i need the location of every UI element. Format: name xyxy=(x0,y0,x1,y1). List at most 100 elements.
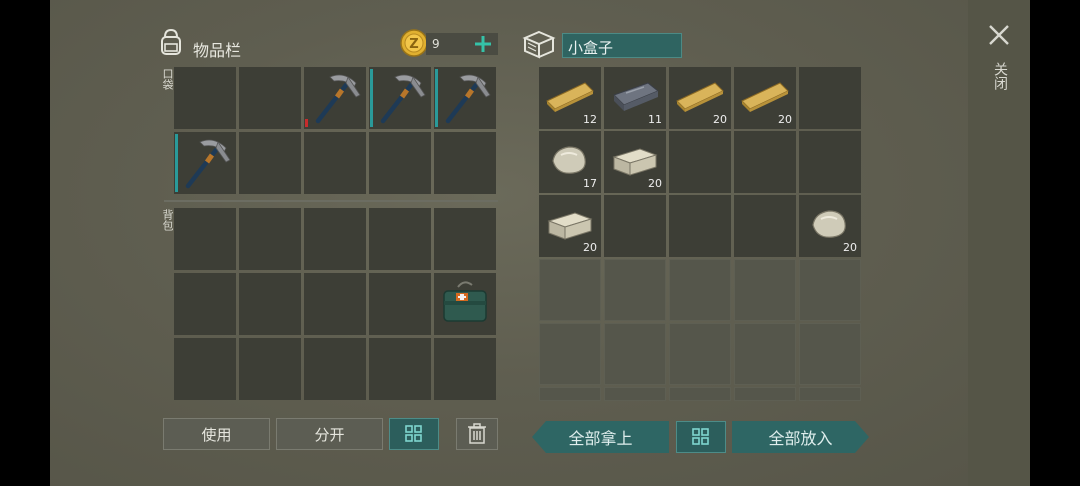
item-quantity: 17 xyxy=(583,177,597,190)
durability-bar xyxy=(175,134,178,192)
pickaxe-icon xyxy=(315,74,361,124)
sort-grid-icon xyxy=(692,428,709,445)
pocket-slot[interactable] xyxy=(434,132,496,194)
pocket-slot[interactable] xyxy=(174,67,236,129)
item-quantity: 20 xyxy=(778,113,792,126)
container-slot-locked xyxy=(734,387,796,401)
container-slot-locked xyxy=(604,259,666,321)
container-slot-locked xyxy=(799,323,861,385)
backpack-slot[interactable] xyxy=(304,208,366,270)
pocket-slot[interactable] xyxy=(434,67,496,129)
container-slot-locked xyxy=(604,323,666,385)
backpack-slot[interactable] xyxy=(239,338,301,400)
backpack-slot[interactable] xyxy=(174,273,236,335)
put-all-button[interactable]: 全部放入 xyxy=(732,421,869,453)
left-letterbox xyxy=(0,0,50,486)
container-slot[interactable] xyxy=(799,67,861,129)
container-slot-locked xyxy=(799,259,861,321)
section-divider xyxy=(164,200,498,202)
durability-bar xyxy=(370,69,373,127)
use-button[interactable]: 使用 xyxy=(163,418,270,450)
pocket-slot[interactable] xyxy=(304,132,366,194)
pickaxe-icon xyxy=(380,74,426,124)
container-slot-locked xyxy=(669,387,731,401)
pickaxe-icon xyxy=(445,74,491,124)
pocket-slot[interactable] xyxy=(239,132,301,194)
item-quantity: 11 xyxy=(648,113,662,126)
container-slot[interactable]: 12 xyxy=(539,67,601,129)
item-quantity: 20 xyxy=(648,177,662,190)
pocket-slot[interactable] xyxy=(369,67,431,129)
item-quantity: 20 xyxy=(583,241,597,254)
container-slot-locked xyxy=(539,387,601,401)
take-all-button[interactable]: 全部拿上 xyxy=(532,421,669,453)
inventory-screen: 物品栏 Z 9 口袋 背包 小盒子 12 11 20 20 17 20 20 2… xyxy=(50,0,1030,486)
coin-count: 9 xyxy=(432,37,440,51)
sort-container-button[interactable] xyxy=(676,421,726,453)
backpack-slot[interactable] xyxy=(304,338,366,400)
right-letterbox xyxy=(1030,0,1080,486)
container-slot-locked xyxy=(539,259,601,321)
pocket-label: 口袋 xyxy=(161,68,174,90)
container-slot[interactable] xyxy=(734,131,796,193)
container-slot[interactable]: 17 xyxy=(539,131,601,193)
container-slot[interactable]: 20 xyxy=(604,131,666,193)
sort-inventory-button[interactable] xyxy=(389,418,439,450)
container-slot-locked xyxy=(734,259,796,321)
pocket-slot[interactable] xyxy=(239,67,301,129)
backpack-slot[interactable] xyxy=(434,208,496,270)
backpack-slot[interactable] xyxy=(369,208,431,270)
backpack-slot[interactable] xyxy=(434,338,496,400)
sort-grid-icon xyxy=(405,425,422,442)
inventory-title: 物品栏 xyxy=(193,41,242,60)
container-slot[interactable]: 11 xyxy=(604,67,666,129)
container-slot-locked xyxy=(539,323,601,385)
pocket-slot[interactable] xyxy=(369,132,431,194)
pickaxe-icon xyxy=(185,139,231,189)
backpack-slot[interactable] xyxy=(239,273,301,335)
backpack-slot[interactable] xyxy=(174,338,236,400)
container-slot[interactable]: 20 xyxy=(734,67,796,129)
durability-bar xyxy=(305,119,308,127)
container-slot[interactable] xyxy=(669,131,731,193)
backpack-slot[interactable] xyxy=(239,208,301,270)
container-slot[interactable] xyxy=(799,131,861,193)
container-slot-locked xyxy=(669,259,731,321)
backpack-slot[interactable] xyxy=(304,273,366,335)
box-icon xyxy=(522,30,556,59)
backpack-slot[interactable] xyxy=(174,208,236,270)
buy-coins-button[interactable] xyxy=(470,31,496,57)
container-slot[interactable]: 20 xyxy=(799,195,861,257)
item-quantity: 20 xyxy=(713,113,727,126)
close-panel: 关闭 xyxy=(968,0,1030,486)
container-title: 小盒子 xyxy=(568,39,614,57)
backpack-icon xyxy=(161,28,181,55)
backpack-slot[interactable] xyxy=(369,273,431,335)
plus-icon xyxy=(475,36,491,52)
container-slot[interactable] xyxy=(734,195,796,257)
container-slot[interactable]: 20 xyxy=(539,195,601,257)
backpack-slot[interactable] xyxy=(434,273,496,335)
close-button[interactable] xyxy=(986,22,1012,48)
trash-button[interactable] xyxy=(456,418,498,450)
svg-text:Z: Z xyxy=(409,37,418,52)
split-button[interactable]: 分开 xyxy=(276,418,383,450)
container-slot[interactable] xyxy=(669,195,731,257)
item-quantity: 12 xyxy=(583,113,597,126)
supply-crate-icon xyxy=(443,281,487,322)
container-slot[interactable]: 20 xyxy=(669,67,731,129)
pocket-slot[interactable] xyxy=(174,132,236,194)
container-slot-locked xyxy=(604,387,666,401)
backpack-slot[interactable] xyxy=(369,338,431,400)
durability-bar xyxy=(435,69,438,127)
trash-icon xyxy=(468,423,486,444)
container-slot[interactable] xyxy=(604,195,666,257)
container-slot-locked xyxy=(734,323,796,385)
gold-coin-icon: Z xyxy=(400,29,428,57)
container-slot-locked xyxy=(669,323,731,385)
pocket-slot[interactable] xyxy=(304,67,366,129)
close-icon xyxy=(989,25,1009,45)
close-label[interactable]: 关闭 xyxy=(990,62,1010,90)
container-slot-locked xyxy=(799,387,861,401)
container-name-field[interactable]: 小盒子 xyxy=(562,33,682,58)
